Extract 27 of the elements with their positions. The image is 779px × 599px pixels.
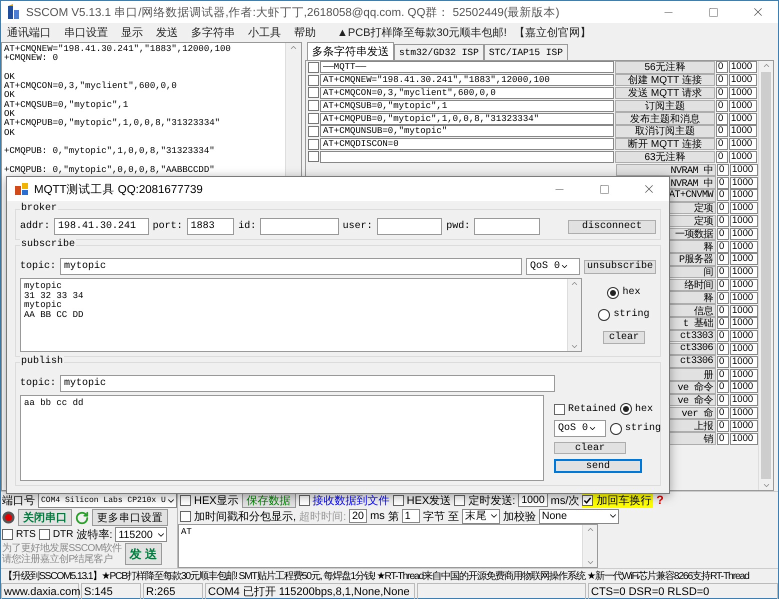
field-label: id: <box>238 221 256 232</box>
window-title: SSCOM V5.13.1 串口/网络数据调试器,作者:大虾丁丁,2618058@qq.com. QQ群： 52502449(最新版本) <box>26 5 560 20</box>
status-text: COM4 已打开 115200bps,8,1,None,None <box>205 583 415 599</box>
field-label: topic: <box>20 261 56 272</box>
group-label: publish <box>20 356 64 367</box>
field-label: addr: <box>20 221 50 232</box>
label: ms <box>370 510 385 522</box>
status-text: CTS=0 DSR=0 RLSD=0 <box>588 583 778 599</box>
label: 第 <box>388 510 399 524</box>
status-text: www.daxia.com <box>1 583 79 599</box>
notice-text: 请您注册嘉立创P结尾客户 <box>2 554 114 565</box>
field-label: port: <box>152 221 183 232</box>
label: 字节 至 <box>422 510 459 524</box>
label: 加校验 <box>502 510 536 524</box>
label: 超时时间: <box>299 510 346 524</box>
label: 端口号 <box>2 494 35 508</box>
marquee-text: 【升级到SSCOM5.13.1】★PCB打样降至每款30元顺丰包邮! SMT贴片工程费50元, 每焊盘1分钱! ★RT-Thread来自中国的开源免费商用物联网操作系统 ★新一代WiFi芯片兼容8266支持RT-Thread <box>1 568 778 583</box>
label: ms/次 <box>550 494 580 508</box>
label: 波特率: <box>76 528 112 542</box>
field-label: pwd: <box>446 221 470 232</box>
status-text: R:265 <box>143 583 203 599</box>
status-text: S:145 <box>81 583 141 599</box>
notice-text: 为了更好地发展SSCOM软件 <box>2 543 122 554</box>
field-label: user: <box>342 221 373 232</box>
field-label: topic: <box>20 378 56 389</box>
window-title: MQTT测试工具 QQ:2081677739 <box>34 182 204 196</box>
receive-log: AT+CMQNEW="198.41.30.241","1883",12000,100 +CMQNEW: 0 OK AT+CMQCON=0,3,"myclient",600,0,0 OK AT+CMQSUB=0,"mytopic",1 OK AT+CMQPUB=0,"mytopic",1,0,0,8,"31323334" OK +CMQPUB: 0,"mytopic",1,0,0,8,"31323334" +CMQPUB: 0,"mytopic",0,0,0,8,"AABBCCDD" <box>3 43 232 177</box>
